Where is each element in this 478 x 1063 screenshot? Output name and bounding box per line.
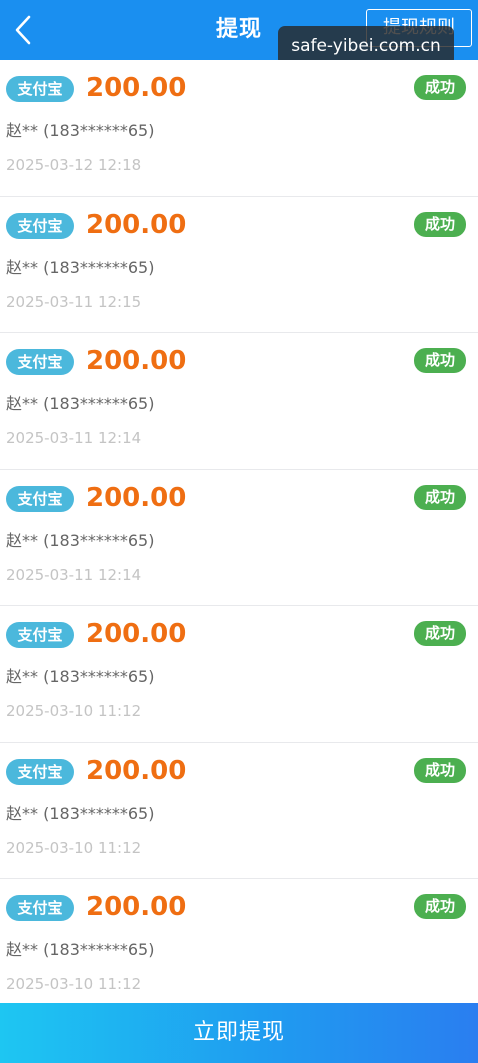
withdrawal-record[interactable]: 支付宝 200.00 成功 赵** (183******65) 2025-03-… [0, 469, 478, 606]
withdrawal-amount: 200.00 [86, 482, 187, 513]
account-info: 赵** (183******65) [6, 667, 155, 686]
withdrawal-amount: 200.00 [86, 755, 187, 786]
withdrawal-record[interactable]: 支付宝 200.00 成功 赵** (183******65) 2025-03-… [0, 879, 478, 1016]
record-timestamp: 2025-03-10 11:12 [6, 838, 142, 857]
record-timestamp: 2025-03-10 11:12 [6, 975, 142, 993]
account-info: 赵** (183******65) [6, 530, 155, 550]
withdraw-now-button[interactable]: 立即提现 [0, 1003, 478, 1063]
record-timestamp: 2025-03-11 12:15 [6, 292, 142, 311]
status-badge: 成功 [414, 484, 466, 510]
payment-method-badge: 支付宝 [6, 76, 74, 102]
record-timestamp: 2025-03-11 12:14 [6, 565, 142, 584]
withdrawal-record[interactable]: 支付宝 200.00 成功 赵** (183******65) 2025-03-… [0, 196, 478, 333]
withdrawal-amount: 200.00 [86, 619, 187, 649]
status-badge: 成功 [414, 348, 466, 373]
withdrawal-record[interactable]: 支付宝 200.00 成功 赵** (183******65) 2025-03-… [0, 333, 478, 470]
withdrawal-record[interactable]: 支付宝 200.00 成功 赵** (183******65) 2025-03-… [0, 606, 478, 743]
payment-method-badge: 支付宝 [6, 758, 74, 785]
account-info: 赵** (183******65) [6, 257, 155, 277]
account-info: 赵** (183******65) [6, 121, 155, 140]
status-badge: 成功 [414, 75, 466, 100]
record-timestamp: 2025-03-12 12:18 [6, 156, 142, 174]
withdrawal-amount: 200.00 [86, 209, 187, 240]
payment-method-badge: 支付宝 [6, 485, 74, 512]
withdrawal-record-list: 支付宝 200.00 成功 赵** (183******65) 2025-03-… [0, 60, 478, 1016]
payment-method-badge: 支付宝 [6, 895, 74, 921]
record-timestamp: 2025-03-11 12:14 [6, 429, 142, 447]
payment-method-badge: 支付宝 [6, 212, 74, 239]
status-badge: 成功 [414, 757, 466, 783]
status-badge: 成功 [414, 211, 466, 237]
account-info: 赵** (183******65) [6, 394, 155, 413]
withdrawal-record[interactable]: 支付宝 200.00 成功 赵** (183******65) 2025-03-… [0, 742, 478, 879]
withdrawal-record[interactable]: 支付宝 200.00 成功 赵** (183******65) 2025-03-… [0, 60, 478, 197]
account-info: 赵** (183******65) [6, 940, 155, 959]
status-badge: 成功 [414, 894, 466, 919]
record-timestamp: 2025-03-10 11:12 [6, 702, 142, 720]
status-badge: 成功 [414, 621, 466, 646]
payment-method-badge: 支付宝 [6, 349, 74, 375]
account-info: 赵** (183******65) [6, 803, 155, 823]
withdrawal-amount: 200.00 [86, 892, 187, 922]
withdrawal-amount: 200.00 [86, 346, 187, 376]
payment-method-badge: 支付宝 [6, 622, 74, 648]
withdrawal-amount: 200.00 [86, 73, 187, 103]
